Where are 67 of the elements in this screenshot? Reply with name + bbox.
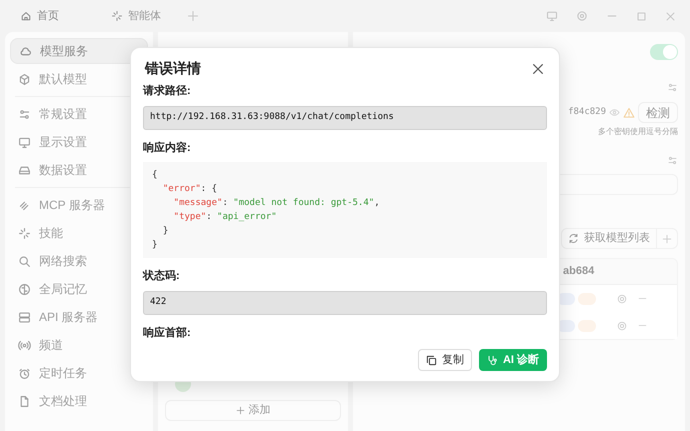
search-icon: [18, 254, 31, 268]
code-token: "model not found: gpt-5.4": [233, 198, 374, 208]
code-token: "api_error": [217, 212, 277, 222]
value-box: http://192.168.31.63:9088/v1/chat/completions: [143, 106, 547, 130]
sidebar-item[interactable]: 模型服务: [10, 38, 148, 64]
close-button[interactable]: [531, 62, 545, 76]
plus-icon: [236, 406, 244, 415]
eye-icon: [609, 107, 620, 118]
check-button[interactable]: 检测: [638, 102, 678, 123]
settings-icon: [576, 10, 588, 22]
clock-icon: [18, 366, 31, 380]
sidebar-item[interactable]: 技能: [10, 220, 148, 246]
monitor-icon: [546, 10, 558, 22]
file-icon: [18, 394, 31, 408]
drive-icon: [18, 164, 31, 176]
sparkle-icon: [111, 10, 123, 22]
settings-icon: [617, 294, 627, 304]
section-label: 请求路径:: [143, 84, 192, 99]
sidebar-item[interactable]: MCP 服务器: [10, 192, 148, 218]
sidebar-item[interactable]: 定时任务: [10, 360, 148, 386]
refresh-icon: [568, 233, 579, 244]
add-button[interactable]: 添加: [165, 400, 341, 421]
copy-icon: [426, 354, 437, 366]
radio-icon: [18, 338, 31, 352]
monitor-icon: [18, 136, 31, 148]
code-token: ,: [374, 198, 380, 208]
cloud-icon: [19, 44, 32, 58]
code-token: :: [222, 198, 229, 208]
plus-icon: [662, 234, 672, 244]
tab[interactable]: 智能体: [105, 4, 167, 28]
sliders-icon: [18, 108, 31, 120]
mcp-icon: [18, 198, 31, 212]
ai-diagnose-button[interactable]: AI 诊断: [478, 349, 547, 371]
code-token: :: [206, 212, 213, 222]
code-token: "error": [162, 184, 201, 194]
copy-button[interactable]: 复制: [418, 349, 472, 371]
code-token: }: [152, 240, 158, 250]
cube-icon: [18, 72, 31, 86]
api-key-text: f84c829: [568, 106, 606, 119]
settings-icon: [617, 320, 627, 330]
close-icon: [531, 62, 545, 76]
hint-text: 多个密钥使用逗号分隔: [598, 126, 678, 138]
sliders-icon: [667, 82, 678, 93]
sidebar-item[interactable]: 文档处理: [10, 388, 148, 414]
server-icon: [18, 310, 31, 324]
maximize-icon: [636, 10, 647, 22]
tab[interactable]: 首页: [14, 4, 65, 28]
sliders-icon: [667, 155, 678, 166]
code-token: }: [162, 226, 168, 236]
section-label: 响应首部:: [143, 326, 192, 340]
code-token: {: [152, 170, 158, 180]
value-box: 422: [143, 290, 547, 314]
stethoscope-icon: [486, 354, 498, 366]
plus-icon: [187, 10, 199, 22]
dialog-title: 错误详情: [145, 59, 201, 78]
warning-icon: [623, 106, 635, 118]
code-token: : {: [200, 184, 218, 194]
sparkle-icon: [18, 226, 31, 240]
close-icon: [665, 10, 676, 22]
home-icon: [20, 10, 32, 22]
code-token: "type": [172, 212, 206, 222]
section-label: 状态码:: [143, 268, 181, 284]
code-token: "message": [172, 198, 222, 208]
group-name: ab684: [563, 264, 594, 280]
toggle-switch[interactable]: [650, 44, 678, 60]
section-label: 响应内容:: [143, 140, 192, 156]
sidebar-item[interactable]: 数据设置: [10, 157, 148, 183]
